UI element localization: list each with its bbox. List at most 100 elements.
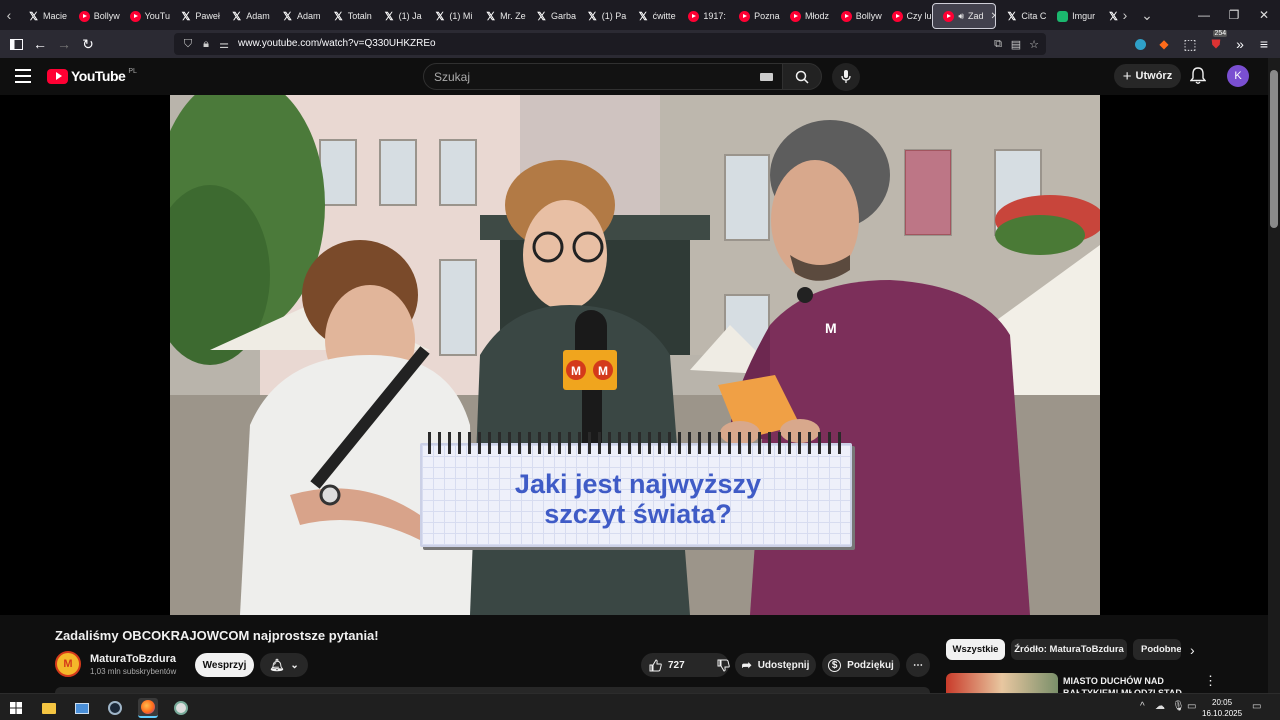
tab-label: Mr. Ze [500,11,526,21]
youtube-icon [78,10,90,22]
x-icon: 𝕏 [333,10,343,23]
tray-overflow-icon[interactable]: ^ [1140,701,1145,712]
recommendation-menu-icon[interactable]: ⋮ [1204,673,1217,689]
browser-tab[interactable]: 𝕏 Adam [221,3,272,29]
shield-icon[interactable]: ⛉ [180,36,196,52]
back-icon[interactable]: ← [28,32,52,56]
browser-tab[interactable]: 🔊︎Zad✕ [932,3,997,29]
support-button[interactable]: Wesprzyj [195,653,254,677]
browser-tab[interactable]: YouTu [120,3,171,29]
browser-tab[interactable]: Pozna [729,3,780,29]
create-button[interactable]: + Utwórz [1114,64,1181,88]
extension-shield-icon[interactable] [1128,32,1152,56]
tab-scroll-left-icon[interactable]: ‹ [0,0,18,30]
browser-tab[interactable]: 𝕏 Garba [526,3,577,29]
restore-icon[interactable]: ❐ [1218,0,1250,30]
create-label: Utwórz [1135,70,1173,82]
extension-badge: 254 [1213,29,1228,37]
browser-tab[interactable]: 𝕏ćwitte [628,3,679,29]
like-dislike-group: 727 [641,653,730,677]
keyboard-icon[interactable] [760,73,773,81]
recommendation-title[interactable]: MIASTO DUCHÓW NAD BAŁTYKIEM! MŁODZI STAD [1063,675,1188,693]
browser-navbar: ← → ↻ ⛉ 🔒︎ ⚌ www.youtube.com/watch?v=Q33… [0,29,1280,58]
ublock-icon[interactable]: ⛊ 254 [1204,29,1228,56]
url-text[interactable]: www.youtube.com/watch?v=Q330UHKZREo [238,38,436,49]
browser-tab[interactable]: 𝕏 Mr. Ze [475,3,526,29]
guide-menu-icon[interactable] [15,69,31,83]
onedrive-icon[interactable]: ☁ [1155,701,1165,712]
app-menu-icon[interactable]: ≡ [1252,32,1276,56]
network-tool-icon[interactable] [171,698,191,718]
browser-tab[interactable]: 𝕏 (1) Pa [577,3,628,29]
voice-search-button[interactable] [832,63,860,91]
speaker-icon[interactable]: 🔊︎ [958,11,964,22]
browser-tab[interactable]: Bollyw [69,3,120,29]
forward-icon[interactable]: → [52,32,76,56]
chip-channel-source[interactable]: Źródło: MaturaToBzdura [1011,639,1127,660]
page-scrollbar[interactable] [1268,58,1280,693]
network-icon[interactable]: ▭ [1187,701,1196,712]
question-line-2: szczyt świata? [544,499,732,529]
browser-tab[interactable]: 𝕏 Totaln [323,3,374,29]
address-bar[interactable]: ⛉ 🔒︎ ⚌ www.youtube.com/watch?v=Q330UHKZR… [174,33,1046,55]
browser-tab[interactable]: 𝕏 Adam [272,3,323,29]
reload-icon[interactable]: ↻ [76,32,100,56]
tab-list-dropdown-icon[interactable]: ⌄ [1138,0,1156,30]
steam-icon[interactable] [105,698,125,718]
chevron-down-icon: ⌄ [290,659,299,671]
search-input[interactable]: Szukaj [423,63,783,90]
browser-tab[interactable]: Imgur [1047,3,1098,29]
channel-name[interactable]: MaturaToBzdura [90,653,176,665]
video-player[interactable]: M M M Jaki jest najwyższy szczyt świata? [0,95,1268,615]
notifications-icon[interactable]: ▭ [1252,701,1261,712]
lock-icon[interactable]: 🔒︎ [198,36,214,52]
monitor-app-icon[interactable] [72,698,92,718]
system-clock[interactable]: 20:05 16.10.2025 [1202,697,1242,719]
tab-scroll-right-icon[interactable]: › [1116,0,1134,30]
picture-in-picture-icon[interactable]: ⧉ [990,36,1006,52]
permissions-icon[interactable]: ⚌ [216,36,232,52]
minimize-icon[interactable]: — [1188,0,1220,30]
reader-view-icon[interactable]: ▤ [1008,36,1024,52]
microphone-tray-icon[interactable]: 🎙︎ [1172,701,1185,712]
extensions-icon[interactable]: ⬚ [1178,32,1202,56]
more-actions-icon[interactable]: ⋯ [906,653,930,677]
search-button[interactable] [782,63,822,90]
video-frame[interactable]: M M M Jaki jest najwyższy szczyt świata? [170,95,1100,615]
browser-tab[interactable]: Młodz [780,3,831,29]
browser-tab[interactable]: 𝕏 (1) Mi [424,3,475,29]
close-window-icon[interactable]: ✕ [1248,0,1280,30]
scrollbar-thumb[interactable] [1270,70,1278,228]
channel-avatar[interactable]: M [55,651,81,677]
account-avatar[interactable]: K [1227,65,1249,87]
browser-tab[interactable]: Bollyw [831,3,882,29]
x-icon: 𝕏 [537,10,546,23]
browser-tab[interactable]: 𝕏 Macie [18,3,69,29]
start-menu-icon[interactable] [6,698,26,718]
tab-label: Bollyw [855,11,882,21]
notifications-bell-icon[interactable] [1189,67,1208,85]
like-button[interactable]: 727 [649,658,685,672]
sidebar-toggle-icon[interactable] [4,32,28,56]
file-explorer-icon[interactable] [39,698,59,718]
browser-tab[interactable]: 1917: [678,3,729,29]
thanks-button[interactable]: $ Podziękuj [822,653,900,677]
chips-next-icon[interactable]: › [1190,642,1195,658]
browser-tab[interactable]: 𝕏 Paweł [170,3,221,29]
notification-settings-button[interactable]: 🔔︎ ⌄ [260,653,308,677]
tab-label: Czy lu [906,11,932,21]
youtube-logo[interactable]: YouTube PL [47,68,137,84]
youtube-icon [129,10,141,22]
dislike-button[interactable] [717,659,730,672]
browser-tab[interactable]: Czy lu [882,3,933,29]
chip-similar[interactable]: Podobne [1133,639,1181,660]
browser-tab[interactable]: 𝕏 (1) Ja [374,3,425,29]
chip-all[interactable]: Wszystkie [946,639,1005,660]
browser-tab[interactable]: 𝕏 Cita C [996,3,1047,29]
overflow-menu-icon[interactable]: » [1228,32,1252,56]
bookmark-star-icon[interactable]: ☆ [1026,36,1042,52]
tab-label: Cita C [1021,11,1047,21]
share-button[interactable]: ➦ Udostępnij [735,653,816,677]
extension-fox-icon[interactable]: ◆ [1152,32,1176,56]
firefox-icon[interactable] [138,698,158,718]
